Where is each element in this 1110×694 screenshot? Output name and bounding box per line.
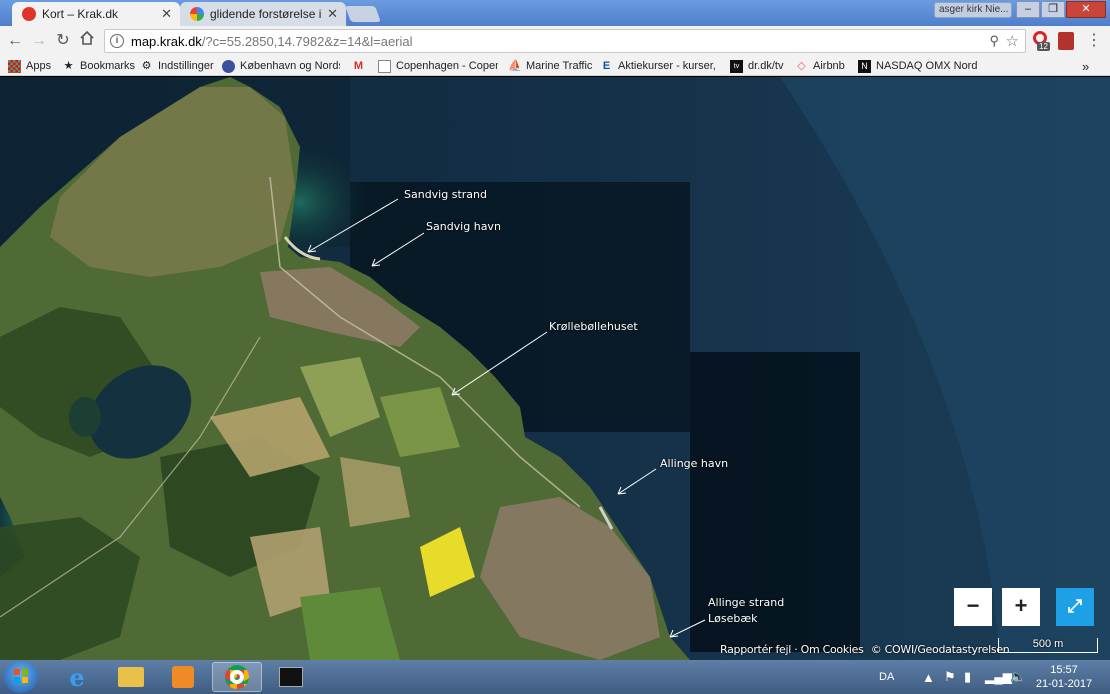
ship-icon: ⛵: [508, 59, 522, 72]
windows-logo-icon: [14, 669, 28, 683]
browser-toolbar: ← → ↻ i map.krak.dk/?c=55.2850,14.7982&z…: [0, 26, 1110, 56]
taskbar-chrome[interactable]: [212, 662, 262, 692]
bookmark-gmail[interactable]: M: [352, 58, 370, 74]
google-icon: [190, 7, 204, 21]
reload-icon: ↻: [56, 32, 70, 49]
expand-icon: ⤢: [1067, 596, 1083, 616]
url-text[interactable]: map.krak.dk/?c=55.2850,14.7982&z=14&l=ae…: [131, 34, 413, 49]
bookmarks-bar: Apps ★ Bookmarks ⚙ Indstillinger København…: [0, 56, 1110, 76]
maximize-button[interactable]: ❐: [1041, 1, 1065, 18]
clock-time: 15:57: [1050, 664, 1078, 676]
map-label-allinge-havn: Allinge havn: [660, 457, 729, 470]
chrome-icon: [225, 665, 249, 689]
page-icon: [378, 59, 391, 73]
folder-icon: [118, 667, 144, 687]
reload-button[interactable]: ↻: [52, 30, 74, 52]
aerial-imagery: [0, 77, 1110, 660]
globe-icon: [222, 59, 235, 73]
taskbar-media-player[interactable]: [158, 662, 208, 692]
home-icon: [80, 30, 94, 45]
map-label-allinge-strand: Allinge strand: [708, 596, 785, 609]
bookmark-star-icon[interactable]: ☆: [1006, 32, 1019, 50]
minimize-button[interactable]: –: [1016, 1, 1040, 18]
zoom-magnifier-icon[interactable]: ⚲: [989, 33, 999, 49]
menu-kebab-icon[interactable]: ⋮: [1086, 30, 1102, 50]
pdf-extension-icon[interactable]: [1058, 32, 1074, 50]
gmail-icon: M: [353, 59, 364, 72]
zoom-out-button[interactable]: −: [954, 588, 992, 626]
bookmark-aktiekurser[interactable]: E Aktiekurser - kurser, n: [600, 58, 718, 74]
star-icon: ★: [63, 59, 74, 72]
clock-date: 21-01-2017: [1035, 678, 1093, 690]
bookmark-indstillinger[interactable]: ⚙ Indstillinger: [140, 58, 220, 74]
map-label-losebaek: Løsebæk: [708, 612, 758, 625]
map-attribution: Rapportér fejl · Om Cookies © COWI/Geoda…: [720, 643, 1010, 656]
back-button[interactable]: ←: [4, 30, 26, 52]
aerial-map[interactable]: Sandvig strand Sandvig havn Krøllebølleh…: [0, 77, 1110, 660]
close-tab-icon[interactable]: ✕: [161, 6, 172, 22]
fullscreen-button[interactable]: ⤢: [1056, 588, 1094, 626]
taskbar-command-prompt[interactable]: [266, 662, 316, 692]
profile-chip[interactable]: asger kirk Nie...: [934, 2, 1012, 18]
tab-strip: Kort – Krak.dk ✕ glidende forstørelse i …: [0, 0, 1110, 26]
google-drive-icon[interactable]: ▲: [922, 660, 935, 694]
scale-bar: 500 m: [998, 638, 1098, 653]
bookmark-dr-tv[interactable]: tv dr.dk/tv: [730, 58, 790, 74]
signal-bars-icon[interactable]: ▂▄▆: [985, 660, 1012, 694]
battery-icon[interactable]: ▮: [964, 660, 971, 694]
gear-icon: ⚙: [141, 59, 152, 72]
terminal-icon: [279, 667, 303, 687]
map-label-sandvig-havn: Sandvig havn: [426, 220, 501, 233]
bookmarks-overflow-button[interactable]: »: [1082, 58, 1096, 74]
close-tab-icon[interactable]: ✕: [327, 6, 338, 22]
taskbar-internet-explorer[interactable]: e: [52, 662, 102, 692]
apps-grid-icon: [8, 59, 21, 73]
arrow-left-icon: ←: [7, 32, 23, 49]
address-bar[interactable]: i map.krak.dk/?c=55.2850,14.7982&z=14&l=…: [104, 29, 1026, 53]
bookmark-marine-traffic[interactable]: ⛵ Marine Traffic: [508, 58, 594, 74]
home-button[interactable]: [76, 30, 98, 52]
speaker-icon[interactable]: 🔈: [1010, 660, 1026, 694]
extension-opera-button[interactable]: 12: [1032, 30, 1052, 52]
krak-icon: [22, 7, 36, 21]
flag-icon[interactable]: ⚑: [944, 660, 956, 694]
new-tab-button[interactable]: [345, 6, 381, 22]
tab-krak[interactable]: Kort – Krak.dk ✕: [12, 2, 180, 26]
tab-title: glidende forstørelse i kra: [210, 7, 322, 21]
tv-icon: tv: [730, 59, 743, 73]
bookmark-nasdaq[interactable]: N NASDAQ OMX Nordic: [858, 58, 978, 74]
map-label-krollebollehuset: Krøllebøllehuset: [549, 320, 638, 333]
language-indicator[interactable]: DA: [879, 660, 894, 694]
bookmark-airbnb[interactable]: ◇ Airbnb: [795, 58, 853, 74]
tab-google[interactable]: glidende forstørelse i kra ✕: [180, 2, 346, 26]
ei-icon: E: [602, 59, 611, 72]
copyright-text: © COWI/Geodatastyrelsen: [870, 643, 1010, 656]
browser-window: Kort – Krak.dk ✕ glidende forstørelse i …: [0, 0, 1110, 694]
zoom-in-button[interactable]: +: [1002, 588, 1040, 626]
close-window-button[interactable]: ✕: [1066, 1, 1106, 18]
extension-badge: 12: [1037, 42, 1050, 51]
map-label-sandvig-strand: Sandvig strand: [404, 188, 487, 201]
arrow-right-icon: →: [31, 32, 47, 49]
bookmark-kobenhavn[interactable]: København og Nords: [222, 58, 340, 74]
internet-explorer-icon: e: [69, 662, 85, 692]
bookmark-apps[interactable]: Apps: [8, 58, 56, 74]
report-error-link[interactable]: Rapportér fejl: [720, 643, 791, 656]
windows-taskbar: e DA ▲ ⚑ ▮ ▂▄▆ 🔈 15:57 21-01-2017: [0, 660, 1110, 694]
forward-button[interactable]: →: [28, 30, 50, 52]
info-icon[interactable]: i: [110, 34, 124, 48]
start-button[interactable]: [4, 661, 38, 693]
airbnb-icon: ◇: [797, 59, 806, 72]
media-player-icon: [172, 666, 194, 688]
bookmark-copenhagen[interactable]: Copenhagen - Copen: [378, 58, 498, 74]
system-clock[interactable]: 15:57 21-01-2017: [1028, 663, 1100, 691]
taskbar-file-explorer[interactable]: [106, 662, 156, 692]
tab-title: Kort – Krak.dk: [42, 7, 119, 21]
bookmark-bookmarks[interactable]: ★ Bookmarks: [62, 58, 140, 74]
cookies-link[interactable]: Om Cookies: [801, 643, 864, 656]
nasdaq-icon: N: [858, 59, 871, 73]
